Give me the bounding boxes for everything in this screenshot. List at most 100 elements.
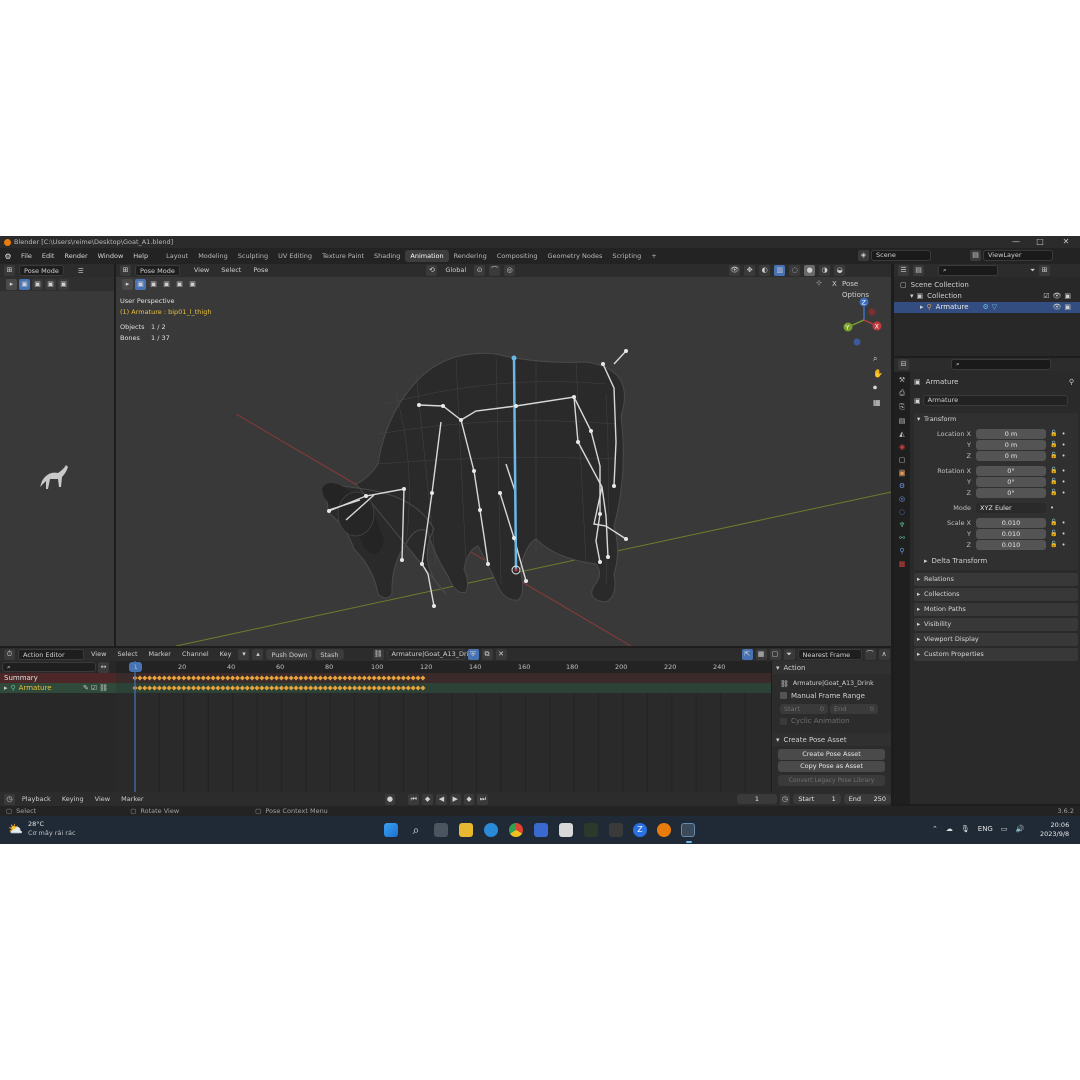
jump-end-icon[interactable]: ⏭ bbox=[477, 793, 489, 805]
ae-menu-channel[interactable]: Channel bbox=[178, 649, 213, 660]
left-3d-view[interactable]: ⊞ Pose Mode ☰ ▸ ▣ ▣ ▣ ▣ bbox=[0, 264, 114, 646]
action-name-field[interactable]: Armature|Goat_A13_Drink bbox=[386, 649, 476, 660]
pan-hand-icon[interactable]: ✋ bbox=[873, 369, 883, 378]
action-start-field[interactable]: Start 0 bbox=[780, 704, 828, 714]
fake-user-shield-icon[interactable]: ⛨ bbox=[467, 649, 479, 660]
editor-type-icon[interactable]: ⊞ bbox=[4, 265, 15, 276]
tab-geometry-nodes[interactable]: Geometry Nodes bbox=[543, 250, 608, 262]
constraints-tab-icon[interactable]: ♆ bbox=[899, 521, 905, 529]
scene-field[interactable]: Scene bbox=[871, 250, 931, 261]
scene-tab-icon[interactable]: ◭ bbox=[899, 430, 904, 438]
viewport-display-section[interactable]: ▸ Viewport Display bbox=[914, 633, 1078, 646]
view-layer-tab-icon[interactable]: ▤ bbox=[899, 417, 906, 425]
editor-mode-dropdown[interactable]: Action Editor bbox=[18, 649, 84, 660]
datablock-icon[interactable]: ▣ bbox=[914, 397, 921, 405]
task-view-icon[interactable] bbox=[434, 823, 448, 837]
left-mode-dropdown[interactable]: Pose Mode bbox=[19, 265, 64, 276]
windows-start-icon[interactable] bbox=[384, 823, 398, 837]
render-tab-icon[interactable]: ⎙ bbox=[899, 389, 905, 398]
app-icon-2[interactable] bbox=[584, 823, 598, 837]
weather-widget[interactable]: ⛅ 28°C Cơ mây rải rác bbox=[8, 820, 76, 838]
zoom-app-icon[interactable]: Z bbox=[633, 823, 647, 837]
record-icon[interactable]: ● bbox=[384, 793, 396, 805]
collections-section[interactable]: ▸ Collections bbox=[914, 588, 1078, 601]
ae-menu-view[interactable]: View bbox=[87, 649, 110, 660]
relations-section[interactable]: ▸ Relations bbox=[914, 573, 1078, 586]
custom-properties-section[interactable]: ▸ Custom Properties bbox=[914, 648, 1078, 661]
blender-app-icon[interactable] bbox=[657, 823, 671, 837]
curve-icon[interactable]: ∧ bbox=[878, 649, 890, 660]
menu-window[interactable]: Window bbox=[93, 252, 129, 260]
scale-y-field[interactable]: 0.010 bbox=[976, 528, 1046, 539]
unlink-action-icon[interactable]: ✕ bbox=[495, 649, 507, 660]
store-icon[interactable] bbox=[534, 823, 548, 837]
next-keyframe-icon[interactable]: ◆ bbox=[463, 793, 475, 805]
lock-scale-x-icon[interactable]: 🔓 bbox=[1050, 519, 1057, 526]
view-layer-field[interactable]: ViewLayer bbox=[983, 250, 1053, 261]
transform-section-header[interactable]: ▾ Transform bbox=[914, 413, 1078, 426]
physics-tab-icon[interactable]: ◌ bbox=[899, 508, 905, 516]
cyclic-checkbox[interactable] bbox=[780, 717, 787, 725]
bone-tab-icon[interactable]: ⚲ bbox=[899, 547, 904, 555]
action-panel-header[interactable]: ▾ Action bbox=[772, 661, 891, 674]
tray-cloud-icon[interactable]: ☁ bbox=[946, 825, 953, 833]
preview-range-icon[interactable]: ◷ bbox=[779, 793, 791, 805]
scale-x-field[interactable]: 0.010 bbox=[976, 517, 1046, 528]
zoom-icon[interactable]: ⌕ bbox=[873, 354, 883, 364]
lock-rotation-z-icon[interactable]: 🔓 bbox=[1050, 489, 1057, 496]
play-reverse-icon[interactable]: ◀ bbox=[436, 793, 447, 805]
tab-uv-editing[interactable]: UV Editing bbox=[273, 250, 317, 262]
object-tab-icon[interactable]: ▣ bbox=[898, 469, 906, 477]
tab-animation[interactable]: Animation bbox=[405, 250, 449, 262]
tab-layout[interactable]: Layout bbox=[161, 250, 193, 262]
ae-menu-key[interactable]: Key bbox=[216, 649, 236, 660]
collection-visibility-icons[interactable]: ☑👁▣ bbox=[1043, 291, 1074, 302]
scene-selector[interactable]: ◈ Scene bbox=[858, 250, 931, 261]
select-invert-icon[interactable]: ▣ bbox=[58, 278, 69, 290]
active-app-icon[interactable] bbox=[681, 823, 695, 837]
edge-browser-icon[interactable] bbox=[484, 823, 498, 837]
create-pose-asset-header[interactable]: ▾ Create Pose Asset bbox=[772, 733, 891, 746]
object-name-field[interactable]: Armature bbox=[922, 395, 1068, 406]
language-indicator[interactable]: ENG bbox=[978, 825, 993, 833]
tab-rendering[interactable]: Rendering bbox=[449, 250, 492, 262]
timeline-editor-icon[interactable]: ◷ bbox=[4, 793, 15, 805]
tab-texture-paint[interactable]: Texture Paint bbox=[317, 250, 369, 262]
armature-row[interactable]: ▸ ⚲ Armature ⚙▽ 👁▣ bbox=[894, 302, 1080, 313]
action-browse-icon[interactable]: ⛓ bbox=[372, 649, 384, 660]
navigation-gizmo[interactable]: Z Y X bbox=[836, 294, 888, 354]
play-icon[interactable]: ▸ bbox=[6, 278, 17, 290]
armature-expand-icon[interactable]: ▸ bbox=[920, 302, 924, 313]
lock-location-x-icon[interactable]: 🔓 bbox=[1050, 430, 1057, 437]
select-extend-icon[interactable]: ▣ bbox=[32, 278, 43, 290]
lock-rotation-x-icon[interactable]: 🔓 bbox=[1050, 467, 1057, 474]
menu-render[interactable]: Render bbox=[59, 252, 92, 260]
lock-scale-z-icon[interactable]: 🔓 bbox=[1050, 541, 1057, 548]
stash-button[interactable]: Stash bbox=[315, 649, 344, 660]
scene-collection-row[interactable]: ▢ Scene Collection bbox=[900, 280, 1080, 291]
lock-scale-y-icon[interactable]: 🔓 bbox=[1050, 530, 1057, 537]
perspective-grid-icon[interactable]: ▦ bbox=[873, 398, 883, 407]
outliner-search-input[interactable]: ⌕ bbox=[938, 265, 998, 276]
tab-compositing[interactable]: Compositing bbox=[492, 250, 543, 262]
volume-icon[interactable]: 🔊 bbox=[1015, 825, 1024, 833]
armature-visibility-icons[interactable]: 👁▣ bbox=[1052, 302, 1074, 313]
hamburger-icon[interactable]: ☰ bbox=[78, 267, 84, 275]
search-icon[interactable]: ⌕ bbox=[409, 823, 423, 837]
prev-keyframe-icon[interactable]: ◆ bbox=[422, 793, 434, 805]
clock[interactable]: 20:06 2023/9/8 bbox=[1040, 821, 1069, 839]
chrome-browser-icon[interactable] bbox=[509, 823, 523, 837]
rotation-y-field[interactable]: 0° bbox=[976, 476, 1046, 487]
main-3d-viewport[interactable]: ⊞ Pose Mode View Select Pose ⟲ Global ⊙ … bbox=[116, 264, 891, 646]
pin-icon[interactable]: ⚲ bbox=[1069, 378, 1074, 386]
create-pose-asset-button[interactable]: Create Pose Asset bbox=[778, 749, 885, 760]
blender-menu-icon[interactable]: ⚙ bbox=[0, 252, 16, 261]
delta-transform-header[interactable]: ▸ Delta Transform bbox=[914, 554, 1078, 567]
layer-down-icon[interactable]: ▾ bbox=[238, 649, 250, 660]
tray-chevron-icon[interactable]: ⌃ bbox=[932, 825, 938, 833]
rotation-z-field[interactable]: 0° bbox=[976, 487, 1046, 498]
tray-mic-icon[interactable]: 🎙 bbox=[961, 825, 970, 833]
view-layer-selector[interactable]: ▤ ViewLayer bbox=[970, 250, 1053, 261]
copy-pose-asset-button[interactable]: Copy Pose as Asset bbox=[778, 761, 885, 772]
summary-channel[interactable]: Summary bbox=[0, 673, 116, 683]
